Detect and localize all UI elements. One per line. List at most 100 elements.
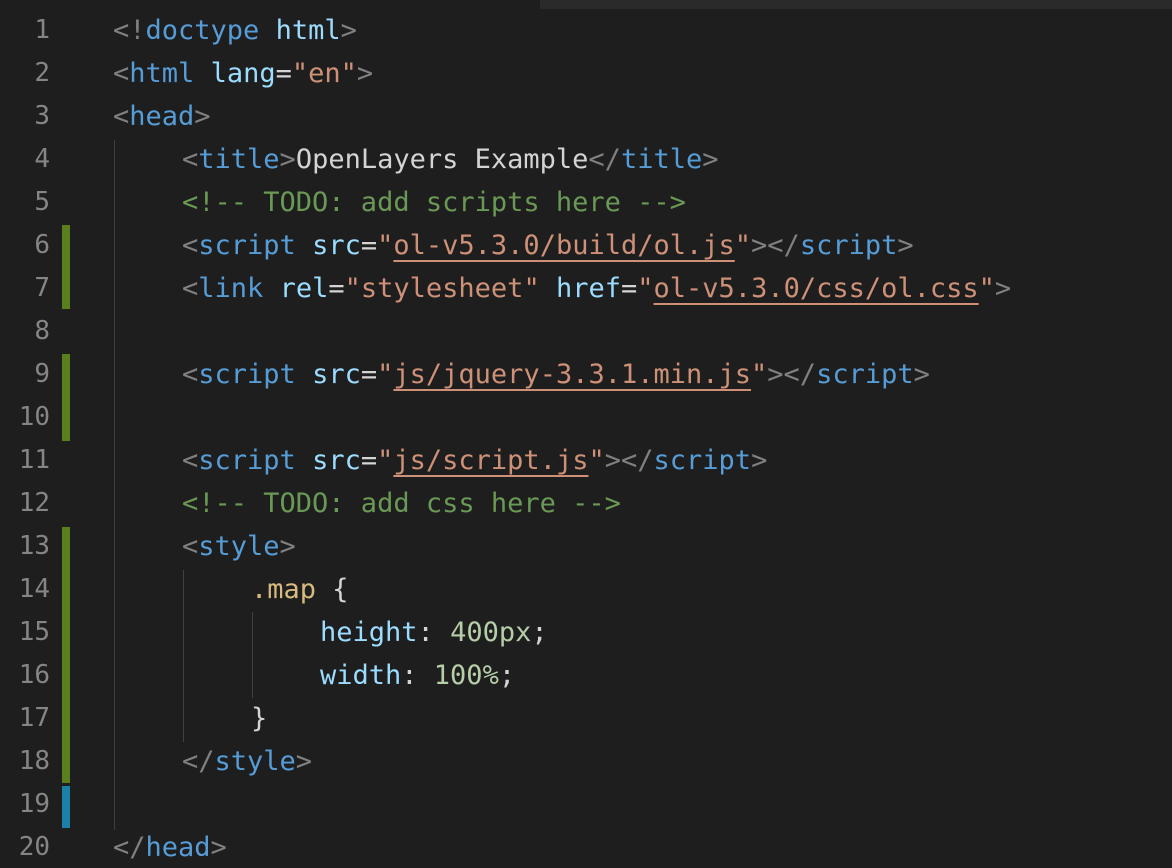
code-line-7[interactable]: <link rel="stylesheet" href="ol-v5.3.0/c… — [182, 267, 1011, 310]
title-text: OpenLayers Example — [295, 144, 589, 175]
file-link[interactable]: js/jquery-3.3.1.min.js — [393, 359, 751, 390]
css-value: 100% — [433, 660, 499, 691]
code-line-3[interactable]: <head> — [113, 95, 211, 138]
code-line-9[interactable]: <script src="js/jquery-3.3.1.min.js"></s… — [182, 353, 930, 396]
gutter-modified-marker[interactable] — [62, 527, 70, 783]
code-line-16[interactable]: width: 100%; — [320, 654, 515, 697]
attribute-value: stylesheet — [360, 273, 524, 304]
line-number: 17 — [18, 703, 50, 733]
css-selector: .map — [251, 574, 317, 605]
quote: " — [291, 58, 309, 89]
code-line-5[interactable]: <!-- TODO: add scripts here --> — [182, 181, 686, 224]
comment: <!-- TODO: add scripts here --> — [182, 187, 686, 218]
tag-bracket: < — [182, 445, 199, 476]
tag-bracket: > — [279, 144, 296, 175]
equals: = — [360, 230, 378, 261]
line-number: 16 — [18, 660, 50, 690]
code-editor[interactable]: 1 2 3 4 5 6 7 8 9 10 11 12 13 14 15 16 1… — [0, 0, 1172, 868]
code-line-2[interactable]: <html lang="en"> — [113, 52, 373, 95]
gutter-added-marker[interactable] — [62, 786, 70, 828]
quote: " — [734, 230, 752, 261]
tag-bracket: < — [182, 230, 199, 261]
tag-bracket: < — [113, 101, 130, 132]
colon: : — [417, 617, 451, 648]
attribute-value: en — [308, 58, 341, 89]
tag-name: html — [129, 58, 195, 89]
tag-bracket: < — [113, 58, 130, 89]
code-line-18[interactable]: </style> — [182, 740, 312, 783]
tag-bracket: > — [702, 144, 719, 175]
line-number: 20 — [18, 832, 50, 862]
code-line-15[interactable]: height: 400px; — [320, 611, 548, 654]
attribute-name: src — [312, 359, 361, 390]
tag-bracket: > — [913, 359, 930, 390]
line-number: 11 — [18, 445, 50, 475]
attribute-name: src — [312, 445, 361, 476]
file-link[interactable]: ol-v5.3.0/css/ol.css — [654, 273, 979, 304]
line-number: 2 — [34, 58, 50, 88]
tag-bracket: > — [340, 15, 357, 46]
code-line-12[interactable]: <!-- TODO: add css here --> — [182, 482, 621, 525]
line-number: 5 — [34, 187, 50, 217]
tag-name: script — [198, 230, 296, 261]
tag-name: style — [214, 746, 296, 777]
indent-guide — [252, 612, 253, 698]
quote: " — [588, 445, 605, 476]
tag-bracket: </ — [621, 445, 654, 476]
code-line-6[interactable]: <script src="ol-v5.3.0/build/ol.js"></sc… — [182, 224, 914, 267]
code-line-11[interactable]: <script src="js/script.js"></script> — [182, 439, 767, 482]
code-line-14[interactable]: .map { — [251, 568, 349, 611]
equals: = — [360, 445, 378, 476]
tag-name: style — [198, 531, 280, 562]
tag-bracket: </ — [767, 230, 800, 261]
tag-bracket: </ — [182, 746, 215, 777]
tag-name: script — [653, 445, 752, 476]
code-line-20[interactable]: </head> — [113, 826, 227, 868]
line-number: 18 — [18, 746, 50, 776]
colon: : — [401, 660, 434, 691]
css-property: height — [320, 617, 418, 648]
tag-bracket: > — [994, 273, 1012, 304]
code-line-13[interactable]: <style> — [182, 525, 296, 568]
code-line-4[interactable]: <title>OpenLayers Example</title> — [182, 138, 718, 181]
attribute-name: href — [555, 273, 621, 304]
line-number: 6 — [34, 230, 50, 260]
doctype-value: html — [275, 15, 341, 46]
line-number: 14 — [18, 574, 50, 604]
tag-name: script — [198, 445, 296, 476]
line-number: 13 — [18, 531, 50, 561]
tag-bracket: > — [210, 832, 227, 863]
file-link[interactable]: js/script.js — [393, 445, 588, 476]
css-property: width — [320, 660, 402, 691]
tag-bracket: > — [767, 359, 784, 390]
brace: } — [251, 703, 268, 734]
quote: " — [978, 273, 995, 304]
line-number: 1 — [34, 15, 50, 45]
gutter-modified-marker[interactable] — [62, 225, 70, 309]
tag-bracket: > — [356, 58, 374, 89]
tag-name: title — [620, 144, 703, 175]
tag-bracket: > — [751, 230, 768, 261]
code-line-1[interactable]: <!doctype html> — [113, 9, 357, 52]
line-number-gutter: 1 2 3 4 5 6 7 8 9 10 11 12 13 14 15 16 1… — [0, 0, 75, 868]
tag-name: head — [145, 832, 211, 863]
code-line-17[interactable]: } — [251, 697, 267, 740]
line-number: 15 — [18, 617, 50, 647]
tag-bracket: > — [897, 230, 914, 261]
file-link[interactable]: ol-v5.3.0/build/ol.js — [393, 230, 734, 261]
gutter-modified-marker[interactable] — [62, 354, 70, 441]
semicolon: ; — [498, 660, 516, 691]
quote: " — [340, 58, 357, 89]
line-number: 9 — [34, 359, 50, 389]
tag-name: link — [198, 273, 264, 304]
editor-tab-strip — [540, 0, 1172, 9]
equals: = — [328, 273, 345, 304]
tag-bracket: > — [604, 445, 621, 476]
